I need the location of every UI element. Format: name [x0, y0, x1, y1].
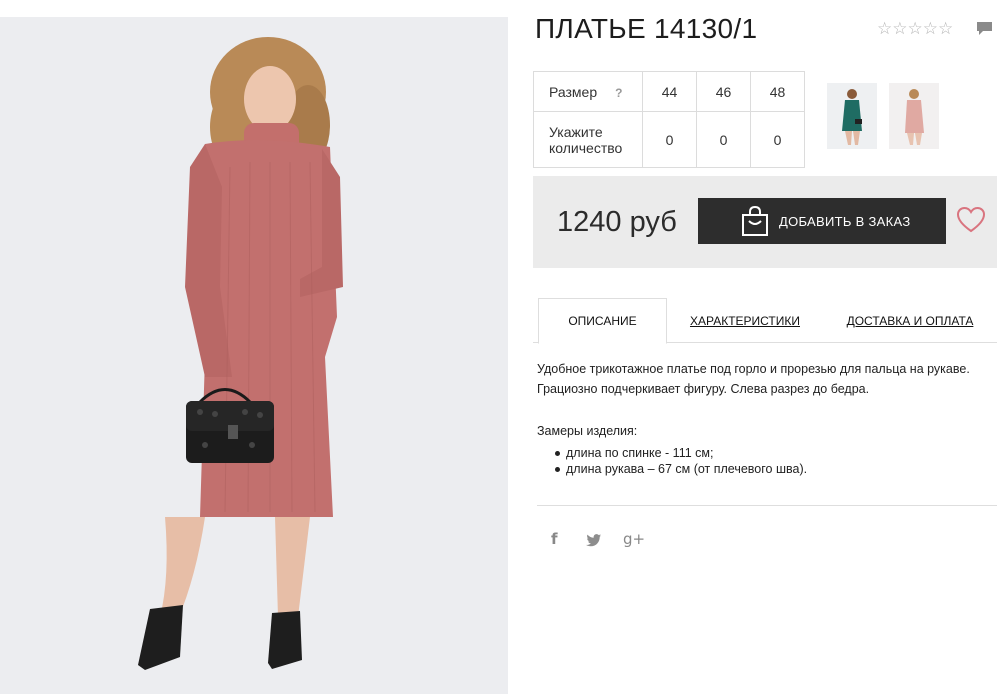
quantity-input-48[interactable]: 0: [750, 111, 805, 168]
add-to-order-label: ДОБАВИТЬ В ЗАКАЗ: [779, 213, 911, 229]
size-label-cell: Размер?: [533, 71, 643, 112]
product-tabs: ОПИСАНИЕ ХАРАКТЕРИСТИКИ ДОСТАВКА И ОПЛАТ…: [533, 298, 997, 344]
tab-characteristics[interactable]: ХАРАКТЕРИСТИКИ: [685, 298, 805, 343]
product-title: ПЛАТЬЕ 14130/1: [535, 13, 758, 44]
quantity-label-cell: Укажите количество: [533, 111, 643, 168]
pink-dress-thumbnail-image: [889, 83, 939, 149]
shopping-bag-icon: [742, 206, 768, 236]
measurements-list: длина по спинке - 111 см; длина рукава –…: [553, 445, 807, 477]
quantity-row: Укажите количество 0 0 0: [533, 111, 805, 168]
rating-stars[interactable]: ☆☆☆☆☆: [877, 19, 953, 39]
size-help-icon[interactable]: ?: [615, 86, 622, 100]
divider: [537, 505, 997, 506]
quantity-label-line2: количество: [549, 139, 623, 156]
measurement-item: длина рукава – 67 см (от плечевого шва).: [553, 461, 807, 477]
product-photo[interactable]: [0, 17, 508, 694]
quantity-label-line1: Укажите: [549, 123, 603, 140]
size-44: 44: [642, 71, 697, 112]
size-quantity-table: Размер? 44 46 48 Укажите количество 0 0 …: [533, 71, 805, 168]
googleplus-icon[interactable]: g+: [623, 530, 645, 548]
comment-icon[interactable]: [976, 21, 993, 36]
tab-delivery-payment[interactable]: ДОСТАВКА И ОПЛАТА: [845, 298, 975, 343]
quantity-input-46[interactable]: 0: [696, 111, 751, 168]
size-46: 46: [696, 71, 751, 112]
measurements-title: Замеры изделия:: [537, 424, 638, 438]
thumbnail-pink-dress[interactable]: [889, 83, 939, 149]
product-description: Удобное трикотажное платье под горло и п…: [537, 359, 997, 399]
measurement-item: длина по спинке - 111 см;: [553, 445, 807, 461]
add-to-order-button[interactable]: ДОБАВИТЬ В ЗАКАЗ: [698, 198, 946, 244]
thumbnail-green-dress[interactable]: [827, 83, 877, 149]
product-price: 1240 руб: [557, 206, 677, 238]
twitter-icon[interactable]: [586, 532, 602, 548]
facebook-icon[interactable]: f: [551, 530, 558, 548]
green-dress-thumbnail-image: [827, 83, 877, 149]
size-label: Размер: [549, 83, 598, 100]
model-in-dress-image: [0, 17, 508, 694]
size-48: 48: [750, 71, 805, 112]
heart-icon[interactable]: [957, 207, 985, 233]
purchase-box: 1240 руб ДОБАВИТЬ В ЗАКАЗ: [533, 176, 997, 268]
size-row: Размер? 44 46 48: [533, 71, 805, 112]
tab-description[interactable]: ОПИСАНИЕ: [538, 298, 667, 344]
description-line-2: Грациозно подчеркивает фигуру. Слева раз…: [537, 382, 870, 396]
quantity-input-44[interactable]: 0: [642, 111, 697, 168]
description-line-1: Удобное трикотажное платье под горло и п…: [537, 362, 970, 376]
